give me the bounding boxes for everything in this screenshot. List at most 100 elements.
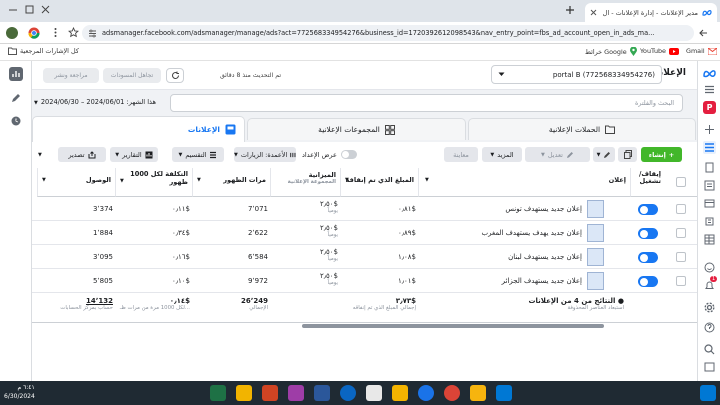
browser-taskbar-icon[interactable] (418, 385, 434, 401)
meta-logo-icon[interactable] (703, 67, 716, 80)
back-arrow-icon[interactable] (698, 28, 708, 38)
bookmark-maps[interactable]: خرائط Google (585, 47, 637, 56)
more-button[interactable]: ▼ المزيد (482, 147, 522, 162)
row-onoff-toggle[interactable] (638, 228, 658, 239)
review-publish-button[interactable]: مراجعة ونشر (43, 68, 99, 83)
events-manager-icon[interactable] (703, 215, 716, 228)
row-onoff-toggle[interactable] (638, 276, 658, 287)
store-taskbar-icon[interactable] (366, 385, 382, 401)
chrome-taskbar-icon[interactable] (444, 385, 460, 401)
task-view-taskbar-icon[interactable] (496, 385, 512, 401)
reports-button[interactable]: ▼ التقارير (110, 147, 158, 162)
overview-icon[interactable] (703, 123, 716, 136)
bookmark-star-icon[interactable] (68, 27, 79, 38)
show-setup-toggle[interactable]: عرض الإعداد (302, 150, 357, 159)
column-header-onoff[interactable]: إيقاف/تشغيل (630, 168, 665, 197)
url-field[interactable]: adsmanager.facebook.com/adsmanager/manag… (82, 25, 694, 41)
discard-drafts-button[interactable]: تجاهل المسودات (103, 68, 161, 83)
info-icon[interactable]: ● (618, 297, 624, 305)
preview-button[interactable]: معاينة (444, 147, 478, 162)
date-range-picker[interactable]: ▼ هذا الشهر: 2024/06/01 – 2024/06/30 (34, 98, 156, 106)
word-taskbar-icon[interactable] (314, 385, 330, 401)
new-tab-icon[interactable] (565, 5, 575, 15)
table-row[interactable]: إعلان جديد يستهدف تونس ‏٠٫٨١$ ‏٢٫٥٠$ يومياً… (32, 197, 697, 221)
edit-button[interactable]: ▼ تعديل (525, 147, 590, 162)
clock[interactable]: ٦:٤١ م 6/30/2024 (4, 383, 35, 401)
tab-campaigns[interactable]: الحملات الإعلانية (468, 118, 696, 140)
billing-icon[interactable] (703, 197, 716, 210)
site-info-icon[interactable] (88, 29, 97, 38)
help-icon[interactable] (703, 321, 716, 334)
column-header-impressions-label: مرات الظهور (223, 176, 266, 184)
profile-avatar-icon[interactable] (6, 27, 18, 39)
ad-sort-icon: ▼ (425, 177, 429, 183)
totals-spent: ‏٣٫٧٣$ (395, 297, 416, 305)
bookmark-youtube[interactable]: YouTube (640, 47, 679, 55)
edit-pencil-icon[interactable] (9, 91, 23, 105)
search-filter-bar[interactable]: البحث والفلترة (170, 94, 683, 112)
all-bookmarks[interactable]: كل الإشارات المرجعية (8, 47, 79, 55)
column-header-spent[interactable]: ▼ المبلغ الذي تم إنفاقه (340, 168, 418, 197)
row-checkbox[interactable] (676, 204, 686, 214)
notifications-bell-icon[interactable]: 1 (703, 276, 718, 292)
edit-dropdown-button[interactable]: ▼ (593, 147, 615, 162)
tab-ads[interactable]: الإعلانات (32, 116, 245, 142)
row-checkbox[interactable] (676, 228, 686, 238)
column-header-budget[interactable]: الميزانية المجموعة الإعلانية (270, 168, 340, 197)
close-tab-icon[interactable] (590, 9, 597, 16)
toolbar-collapse-icon[interactable]: ▼ (38, 152, 42, 158)
powerpoint-taskbar-icon[interactable] (262, 385, 278, 401)
table-row[interactable]: إعلان جديد يستهدف الجزائر ‏١٫٠١$ ‏٢٫٥٠$ يوم… (32, 269, 697, 293)
create-button[interactable]: إنشاء + (641, 147, 682, 162)
column-header-reach[interactable]: ▼ الوصول (37, 168, 115, 197)
table-row[interactable]: إعلان جديد يهدف يستهدف المغرب ‏٠٫٨٩$ ‏٢٫٥٠… (32, 221, 697, 245)
column-header-cpm[interactable]: ▼ التكلفة لكل 1000 ظهور (115, 168, 192, 197)
bookmark-gmail[interactable]: Gmail (686, 47, 717, 55)
audiences-icon[interactable] (703, 179, 716, 192)
smiley-icon[interactable] (703, 261, 716, 274)
app-taskbar-icon[interactable] (236, 385, 252, 401)
explorer-taskbar-icon[interactable] (392, 385, 408, 401)
row-impressions: 6٬584 (247, 253, 268, 261)
account-selector[interactable]: portal B (772568334954276) (491, 65, 662, 84)
pages-icon[interactable] (703, 161, 716, 174)
select-all-checkbox[interactable] (676, 177, 686, 187)
purple-app-taskbar-icon[interactable] (288, 385, 304, 401)
row-checkbox[interactable] (676, 252, 686, 262)
column-header-ad[interactable]: ▼ إعلان (418, 168, 630, 197)
table-icon[interactable] (703, 233, 716, 246)
columns-button[interactable]: ▼ الأعمدة: الزيارات (234, 147, 296, 162)
tab-adsets[interactable]: المجموعات الإعلانية (247, 118, 466, 140)
start-windows-icon[interactable] (700, 385, 716, 401)
horizontal-scrollbar[interactable] (302, 324, 604, 328)
folder-taskbar-icon[interactable] (470, 385, 486, 401)
row-onoff-toggle[interactable] (638, 204, 658, 215)
active-browser-tab[interactable]: مدير الإعلانات - إدارة الإعلانات - ال (585, 3, 717, 22)
feedback-icon[interactable] (703, 361, 716, 374)
breakdown-button[interactable]: ▼ التقسيم (172, 147, 224, 162)
row-onoff-toggle[interactable] (638, 252, 658, 263)
table-row[interactable]: إعلان جديد يستهدف لبنان ‏١٫٠٨$ ‏٢٫٥٠$ يوميا… (32, 245, 697, 269)
settings-gear-icon[interactable] (703, 301, 716, 314)
reports-icon[interactable] (9, 67, 23, 81)
menu-dots-icon[interactable] (50, 27, 61, 38)
edge-taskbar-icon[interactable] (340, 385, 356, 401)
maximize-icon[interactable] (24, 4, 35, 15)
ad-name[interactable]: إعلان جديد يستهدف تونس (424, 197, 582, 221)
account-avatar-icon[interactable]: P (703, 101, 716, 114)
row-checkbox[interactable] (676, 276, 686, 286)
close-window-icon[interactable] (40, 4, 51, 15)
search-icon[interactable] (703, 343, 716, 356)
history-clock-icon[interactable] (9, 114, 23, 128)
ad-name[interactable]: إعلان جديد يهدف يستهدف المغرب (424, 221, 583, 245)
excel-taskbar-icon[interactable] (210, 385, 226, 401)
ad-name[interactable]: إعلان جديد يستهدف لبنان (424, 245, 582, 269)
refresh-button[interactable] (166, 68, 184, 83)
campaigns-grid-icon[interactable] (703, 141, 716, 154)
export-button[interactable]: تصدير (58, 147, 106, 162)
column-header-impressions[interactable]: ▼ مرات الظهور (192, 168, 270, 197)
hamburger-menu-icon[interactable] (703, 83, 716, 96)
duplicate-button[interactable] (618, 147, 637, 162)
ad-name[interactable]: إعلان جديد يستهدف الجزائر (424, 269, 582, 293)
window-controls-icon[interactable] (8, 5, 18, 15)
